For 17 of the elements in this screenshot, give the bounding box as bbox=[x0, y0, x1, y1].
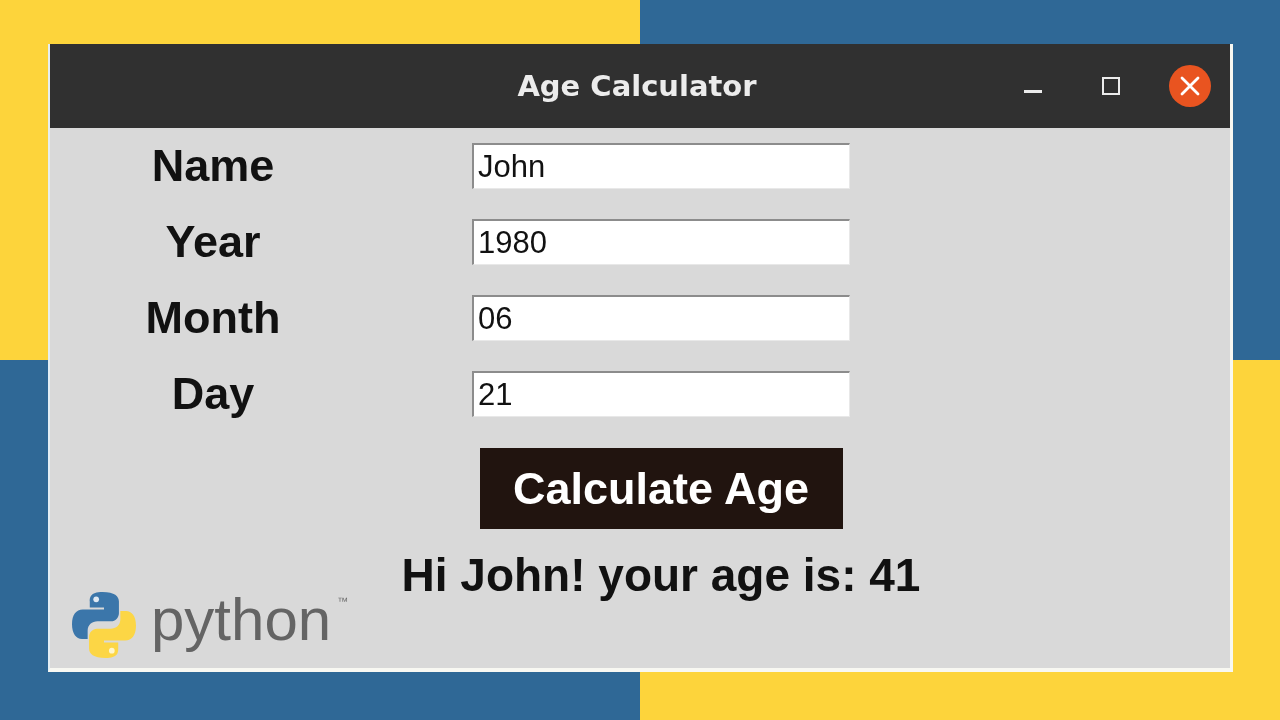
field-label: Day bbox=[171, 371, 255, 417]
minimize-icon[interactable] bbox=[1024, 89, 1042, 93]
text-field[interactable]: 1980 bbox=[472, 219, 850, 265]
maximize-icon[interactable] bbox=[1102, 77, 1120, 95]
logo-icon bbox=[72, 592, 136, 658]
logo-wordmark: python bbox=[151, 590, 332, 650]
field-label: Month bbox=[145, 295, 281, 341]
field-label: Year bbox=[165, 219, 261, 265]
field-label: Name bbox=[151, 143, 275, 189]
text-field[interactable]: John bbox=[472, 143, 850, 189]
close-icon[interactable] bbox=[1169, 65, 1211, 107]
text-field[interactable]: 21 bbox=[472, 371, 850, 417]
window-title: Age Calculator bbox=[517, 69, 757, 103]
text-field[interactable]: 06 bbox=[472, 295, 850, 341]
calculate-button[interactable]: Calculate Age bbox=[479, 448, 843, 529]
result-text: Hi John! your age is: 41 bbox=[401, 549, 921, 602]
trademark-sign: ™ bbox=[337, 596, 349, 607]
